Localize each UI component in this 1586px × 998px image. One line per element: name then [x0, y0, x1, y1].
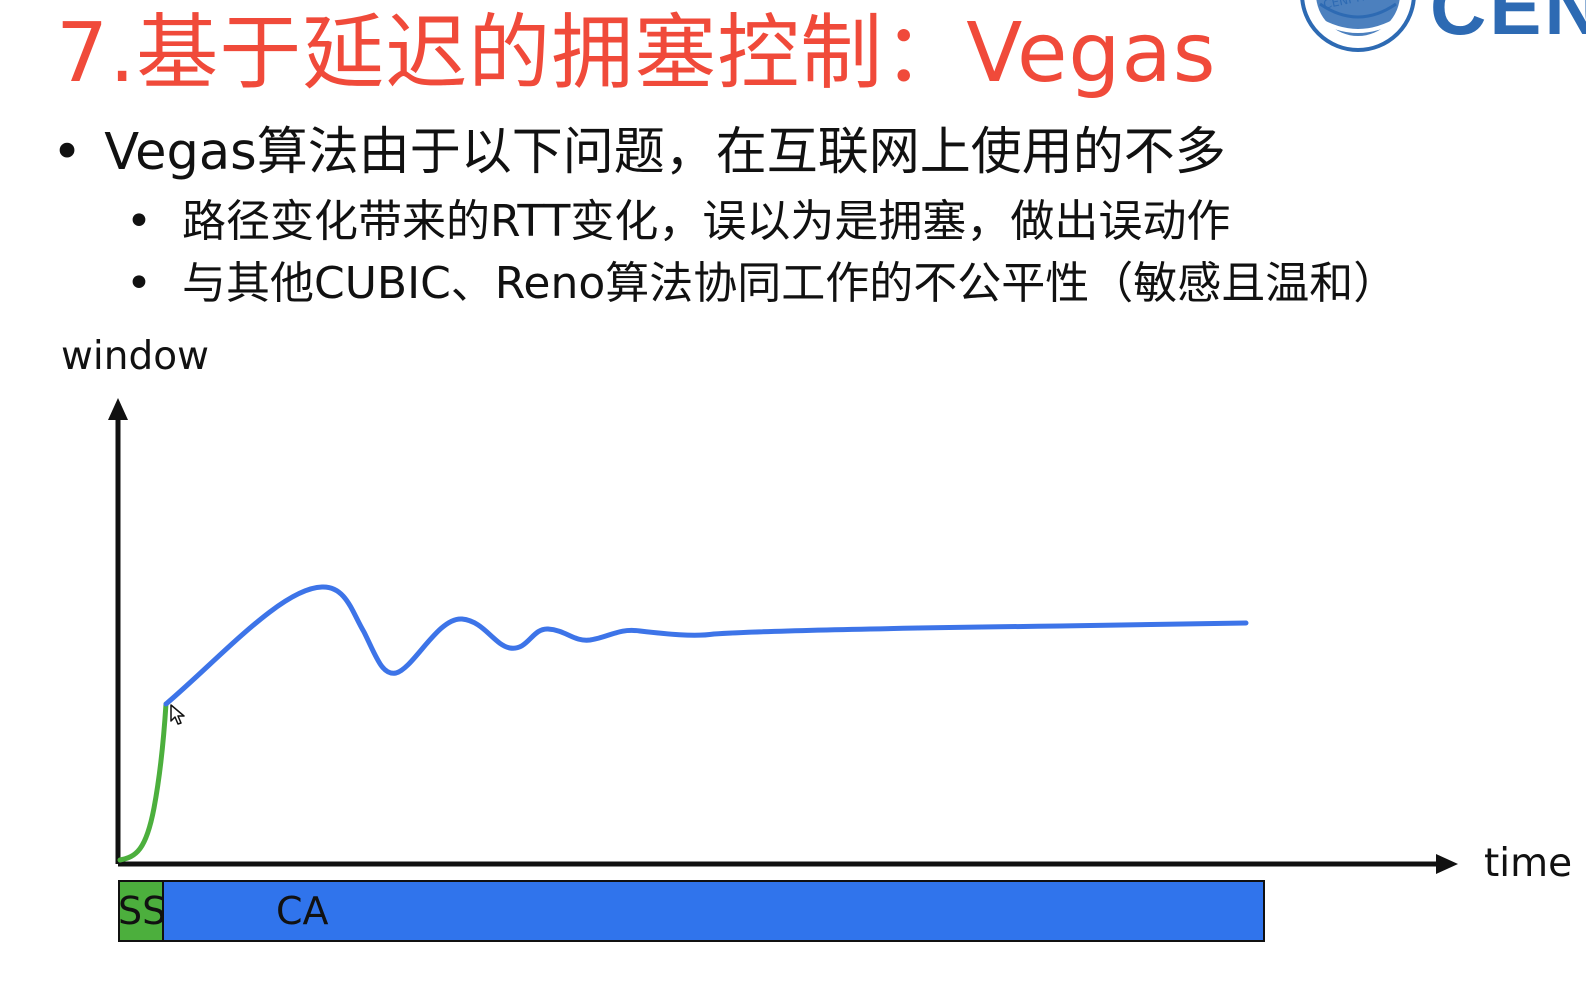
mouse-cursor-icon: [170, 704, 185, 725]
congestion-avoidance-label: CA: [276, 889, 329, 933]
congestion-avoidance-curve: [163, 584, 1249, 707]
slow-start-curve: [117, 701, 169, 863]
congestion-avoidance-phase-bar: CA: [162, 880, 1265, 942]
window-time-diagram: [108, 398, 1458, 874]
arrow-up-icon: [108, 398, 128, 420]
slide-root: CENI-HEFEI CEN 7.基于延迟的拥塞控制：Vegas • Vegas…: [0, 0, 1586, 998]
arrow-right-icon: [1436, 854, 1458, 874]
slow-start-phase-bar: SS: [118, 880, 164, 942]
slow-start-label: SS: [118, 889, 164, 933]
